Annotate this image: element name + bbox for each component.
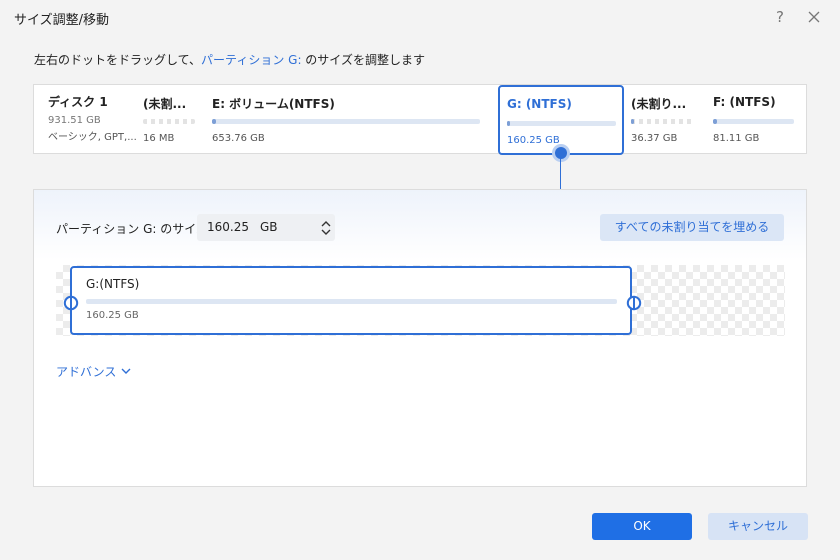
partition-g-selected[interactable]: G: (NTFS) 160.25 GB xyxy=(498,85,624,155)
right-resize-handle[interactable] xyxy=(626,295,642,311)
selection-connector-dot xyxy=(555,147,567,159)
partition-usage-fill xyxy=(507,121,510,126)
window-title: サイズ調整/移動 xyxy=(14,13,109,28)
partition-label: G: (NTFS) xyxy=(507,97,572,111)
ok-button[interactable]: OK xyxy=(592,513,692,540)
resize-panel: パーティション G: のサイズ 160.25 GB すべての未割り当てを埋める … xyxy=(33,189,807,487)
partition-usage-bar xyxy=(631,119,693,124)
partition-label: E: ボリューム(NTFS) xyxy=(212,97,335,111)
resizable-partition-label: G:(NTFS) xyxy=(86,277,140,291)
disk-map: ディスク 1 931.51 GB ベーシック, GPT,... (未割... 1… xyxy=(33,84,807,155)
partition-usage-bar xyxy=(507,121,616,126)
partition-e[interactable]: E: ボリューム(NTFS) 653.76 GB xyxy=(212,85,482,153)
partition-label: F: (NTFS) xyxy=(713,95,776,109)
partition-label: (未割り... xyxy=(631,97,687,111)
disk-type: ベーシック, GPT,... xyxy=(48,132,137,143)
instruction-suffix: のサイズを調整します xyxy=(301,53,425,67)
partition-usage-fill xyxy=(713,119,717,124)
size-value[interactable]: 160.25 xyxy=(207,220,249,234)
title-bar: サイズ調整/移動 ? xyxy=(0,0,840,36)
disk-info: ディスク 1 931.51 GB ベーシック, GPT,... xyxy=(48,93,137,143)
advanced-toggle[interactable]: アドバンス xyxy=(56,363,132,380)
left-resize-handle[interactable] xyxy=(63,295,79,311)
help-icon[interactable]: ? xyxy=(770,6,790,28)
partition-label: (未割... xyxy=(143,97,187,111)
partition-f[interactable]: F: (NTFS) 81.11 GB xyxy=(713,85,795,153)
disk-name: ディスク 1 xyxy=(48,95,108,109)
partition-size-label: パーティション G: のサイズ xyxy=(56,222,208,236)
resizable-partition-bar xyxy=(86,299,617,304)
instruction-partition: パーティション G: xyxy=(201,53,302,67)
partition-usage-bar xyxy=(143,119,195,124)
close-icon[interactable] xyxy=(804,6,824,28)
partition-size: 653.76 GB xyxy=(212,133,265,144)
partition-unallocated-2[interactable]: (未割り... 36.37 GB xyxy=(631,85,701,153)
advanced-label: アドバンス xyxy=(56,365,117,379)
partition-usage-fill xyxy=(631,119,634,124)
cancel-button[interactable]: キャンセル xyxy=(708,513,808,540)
chevron-down-icon xyxy=(120,365,132,379)
size-unit-select[interactable]: GB xyxy=(260,220,278,234)
selection-connector-line xyxy=(560,158,561,189)
partition-resize-editor: G:(NTFS) 160.25 GB xyxy=(56,265,785,336)
partition-size: 160.25 GB xyxy=(507,135,560,146)
disk-size: 931.51 GB xyxy=(48,115,101,126)
partition-usage-fill xyxy=(212,119,216,124)
fill-unallocated-button[interactable]: すべての未割り当てを埋める xyxy=(600,214,784,241)
partition-size: 36.37 GB xyxy=(631,133,678,144)
partition-size: 16 MB xyxy=(143,133,175,144)
size-stepper[interactable] xyxy=(320,218,332,238)
instruction-prefix: 左右のドットをドラッグして、 xyxy=(34,53,202,67)
partition-usage-bar xyxy=(212,119,480,124)
partition-unallocated-1[interactable]: (未割... 16 MB xyxy=(143,85,203,153)
resizable-partition-size: 160.25 GB xyxy=(86,310,139,321)
resizable-partition-block[interactable]: G:(NTFS) 160.25 GB xyxy=(63,266,642,335)
partition-size: 81.11 GB xyxy=(713,133,760,144)
partition-usage-bar xyxy=(713,119,794,124)
instruction-text: 左右のドットをドラッグして、パーティション G: のサイズを調整します xyxy=(34,51,425,68)
partition-size-input[interactable]: 160.25 GB xyxy=(197,214,335,241)
